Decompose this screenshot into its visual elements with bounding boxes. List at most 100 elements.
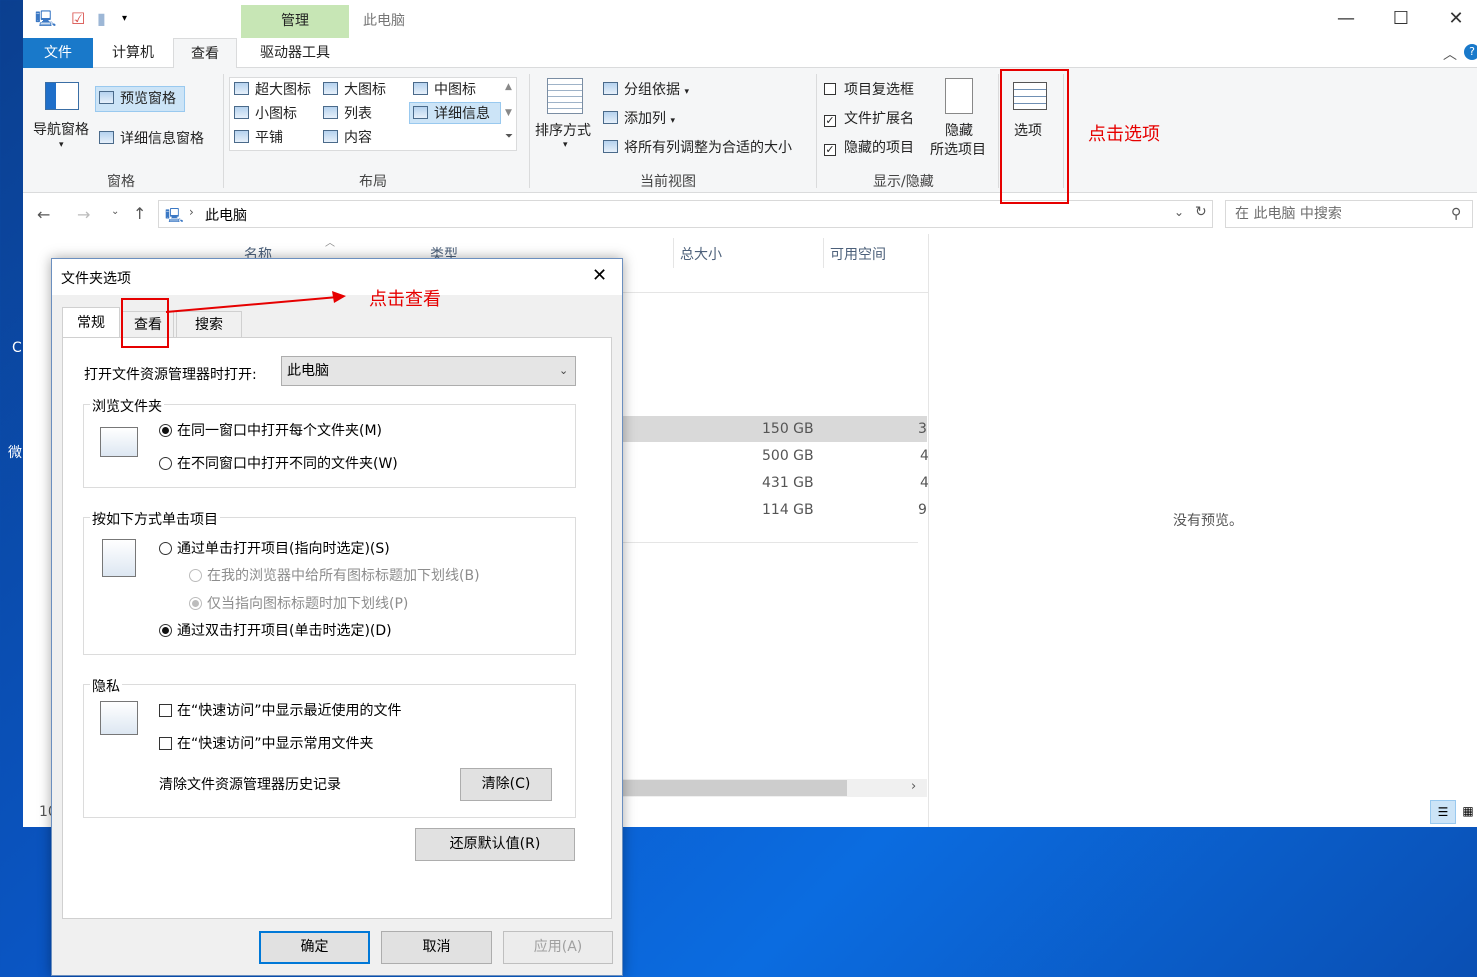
restore-defaults-button[interactable]: 还原默认值(R) [415, 828, 575, 861]
list-icon [323, 106, 338, 119]
details-icon [413, 106, 428, 119]
scroll-right-icon[interactable]: › [911, 779, 916, 794]
new-window-label: 在不同窗口中打开不同的文件夹(W) [177, 456, 398, 472]
cancel-button[interactable]: 取消 [381, 931, 492, 964]
medium-icons-icon [413, 82, 428, 95]
add-column-icon [603, 111, 618, 124]
frequent-folders-checkbox[interactable]: 在“快速访问”中显示常用文件夹 [159, 735, 374, 753]
up-icon[interactable]: ↑ [133, 204, 146, 223]
layout-label: 列表 [344, 106, 372, 122]
group-separator [223, 74, 224, 188]
recent-files-checkbox[interactable]: 在“快速访问”中显示最近使用的文件 [159, 702, 402, 720]
tab-computer[interactable]: 计算机 [95, 38, 171, 68]
table-row-total: 114 GB [762, 502, 814, 518]
apply-button: 应用(A) [503, 931, 613, 964]
layout-extra-large-icons[interactable]: 超大图标 [234, 81, 311, 99]
address-dropdown-icon[interactable]: ⌄ [1174, 205, 1184, 219]
annotation-box-options [1000, 69, 1069, 204]
details-view-icon[interactable]: ☰ [1430, 800, 1456, 824]
hidden-items-label: 隐藏的项目 [844, 140, 914, 156]
single-click-radio[interactable]: 通过单击打开项目(指向时选定)(S) [159, 540, 390, 558]
large-icons-icon [323, 82, 338, 95]
column-header-free-space[interactable]: 可用空间 [830, 244, 886, 264]
refresh-icon[interactable]: ↻ [1195, 204, 1207, 220]
layout-medium-icons[interactable]: 中图标 [413, 81, 476, 99]
item-checkboxes-toggle[interactable]: 项目复选框 [824, 81, 914, 99]
same-window-radio[interactable]: 在同一窗口中打开每个文件夹(M) [159, 422, 382, 440]
layout-list[interactable]: 列表 [323, 105, 372, 123]
header-underline [623, 292, 928, 293]
preview-pane-label-wrap: 预览窗格 [99, 90, 176, 108]
small-icons-icon [234, 106, 249, 119]
group-separator [998, 74, 999, 188]
breadcrumb[interactable]: 此电脑 [205, 205, 247, 225]
add-column-button[interactable]: 添加列 ▾ [603, 110, 675, 130]
same-window-label: 在同一窗口中打开每个文件夹(M) [177, 423, 383, 439]
dropdown-icon: ▾ [684, 87, 689, 97]
hide-selected-label-2[interactable]: 所选项目 [930, 141, 986, 159]
clear-history-button[interactable]: 清除(C) [460, 768, 552, 801]
customize-toolbar-icon[interactable]: ▾ [122, 10, 127, 28]
open-in-select[interactable]: 此电脑 ⌄ [281, 356, 576, 386]
hide-selected-label-1[interactable]: 隐藏 [945, 122, 973, 140]
underline-all-radio: 在我的浏览器中给所有图标标题加下划线(B) [189, 567, 480, 585]
computer-icon: 🖳 [35, 9, 57, 28]
collapse-ribbon-icon[interactable]: ︿ [1443, 44, 1457, 64]
column-divider [823, 238, 824, 268]
group-separator [816, 74, 817, 188]
tab-view[interactable]: 查看 [173, 38, 237, 69]
dialog-close-icon[interactable]: ✕ [592, 265, 607, 286]
hidden-items-toggle[interactable]: ✓ 隐藏的项目 [824, 139, 914, 157]
column-header-total-size[interactable]: 总大小 [680, 244, 722, 264]
ok-button[interactable]: 确定 [259, 931, 370, 964]
tab-file[interactable]: 文件 [23, 38, 93, 68]
layout-details[interactable]: 详细信息 [413, 105, 490, 123]
nav-pane-dropdown-icon[interactable]: ▾ [59, 136, 64, 154]
properties-icon[interactable]: ☑ [71, 10, 85, 28]
layout-label: 平铺 [255, 130, 283, 146]
gallery-scroll-down-icon[interactable]: ▼ [505, 104, 512, 122]
context-tab-manage[interactable]: 管理 [241, 5, 349, 38]
large-icons-view-icon[interactable]: ▦ [1459, 800, 1477, 824]
fit-columns-icon [603, 140, 618, 153]
ribbon: 导航窗格 ▾ 预览窗格 详细信息窗格 窗格 超大图标 大图标 中图标 小图标 列… [23, 68, 1477, 193]
search-icon[interactable]: ⚲ [1451, 206, 1461, 222]
back-icon[interactable]: ← [37, 205, 50, 224]
gallery-more-icon[interactable]: ⏷ [505, 128, 513, 146]
layout-content[interactable]: 内容 [323, 129, 372, 147]
underline-point-radio: 仅当指向图标标题时加下划线(P) [189, 595, 408, 613]
maximize-button[interactable]: ☐ [1378, 4, 1424, 34]
tab-general[interactable]: 常规 [62, 307, 120, 337]
layout-small-icons[interactable]: 小图标 [234, 105, 297, 123]
layout-label: 超大图标 [255, 82, 311, 98]
recent-locations-icon[interactable]: ⌄ [111, 206, 119, 217]
table-row-total: 150 GB [762, 421, 814, 437]
details-pane-button[interactable]: 详细信息窗格 [99, 130, 204, 148]
close-button[interactable]: ✕ [1433, 4, 1477, 34]
layout-tiles[interactable]: 平铺 [234, 129, 283, 147]
address-bar[interactable]: 🖳 › 此电脑 ⌄ ↻ [158, 200, 1213, 228]
dropdown-icon: ▾ [670, 116, 675, 126]
forward-icon[interactable]: → [77, 205, 90, 224]
tab-drive-tools[interactable]: 驱动器工具 [241, 38, 349, 68]
tiles-icon [234, 130, 249, 143]
fit-columns-button[interactable]: 将所有列调整为合适的大小 [603, 139, 792, 157]
new-folder-icon[interactable]: ▮ [97, 10, 106, 28]
file-extensions-toggle[interactable]: ✓ 文件扩展名 [824, 110, 914, 128]
group-label-panes: 窗格 [107, 174, 135, 190]
group-by-button[interactable]: 分组依据 ▾ [603, 81, 689, 101]
layout-large-icons[interactable]: 大图标 [323, 81, 386, 99]
double-click-radio[interactable]: 通过双击打开项目(单击时选定)(D) [159, 622, 392, 640]
search-input[interactable]: 在 此电脑 中搜索 [1225, 200, 1473, 228]
chevron-down-icon: ⌄ [559, 364, 569, 377]
browse-folders-illustration [100, 427, 138, 457]
underline-all-label: 在我的浏览器中给所有图标标题加下划线(B) [207, 568, 480, 584]
help-icon[interactable]: ? [1464, 44, 1477, 60]
window-title: 此电脑 [363, 13, 405, 29]
scrollbar-thumb[interactable] [623, 780, 847, 796]
gallery-scroll-up-icon[interactable]: ▲ [505, 78, 512, 96]
arrow-head [332, 291, 346, 303]
new-window-radio[interactable]: 在不同窗口中打开不同的文件夹(W) [159, 455, 398, 473]
sort-by-dropdown-icon[interactable]: ▾ [563, 136, 568, 154]
minimize-button[interactable]: — [1323, 4, 1369, 34]
